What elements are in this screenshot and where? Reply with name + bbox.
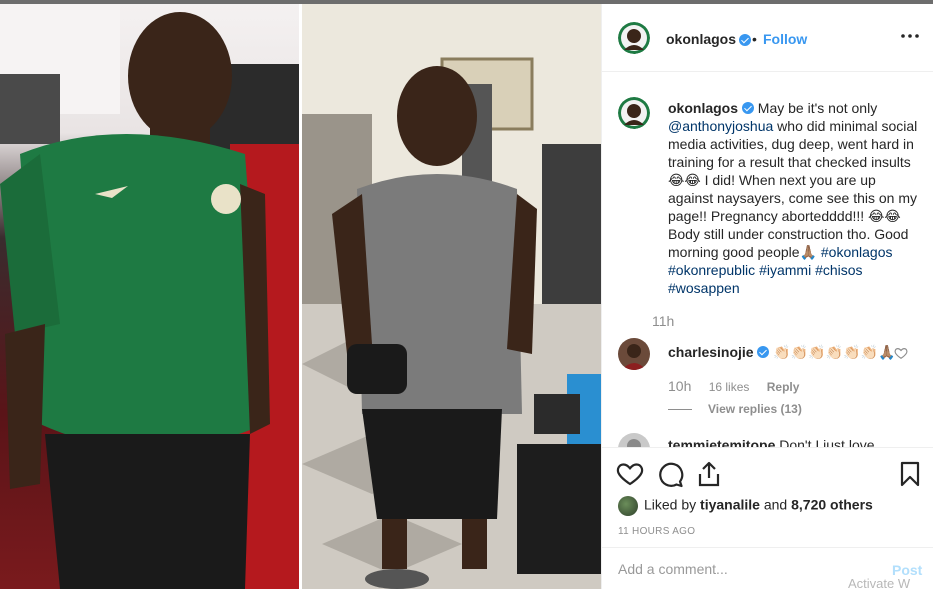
replies-divider [668, 409, 692, 411]
comment-body: 👏🏻👏🏻👏🏻👏🏻👏🏻👏🏻🙏🏽 [773, 344, 896, 360]
follow-button[interactable]: Follow [763, 31, 807, 47]
more-horizontal-icon[interactable] [900, 26, 920, 46]
comment-username[interactable]: temmietemitope [668, 437, 775, 447]
separator-dot: • [752, 31, 757, 47]
post-media[interactable] [0, 4, 601, 589]
caption-timestamp: 11h [652, 313, 675, 329]
caption-link[interactable]: #okonrepublic [668, 262, 755, 278]
likes-count[interactable]: 8,720 others [791, 497, 873, 513]
caption-segment: who did minimal social media activities,… [668, 118, 918, 260]
comment-text: temmietemitope Don't I just love [668, 437, 875, 447]
likes-prefix: Liked by [644, 496, 701, 513]
comment-composer: Post Activate W [602, 547, 933, 589]
likes-summary: Liked by tiyanalile and 8,720 others [618, 496, 873, 516]
header-username[interactable]: okonlagos [666, 31, 736, 47]
verified-badge-icon [757, 346, 770, 358]
verified-badge-icon [741, 102, 754, 114]
photo-after-illustration [302, 4, 601, 589]
caption-link[interactable]: #okonlagos [821, 244, 893, 260]
avatar[interactable] [618, 22, 650, 54]
comment-timestamp: 10h [668, 378, 692, 394]
heart-icon[interactable] [616, 460, 644, 488]
comment-body: Don't I just love [779, 437, 875, 447]
caption-link[interactable]: @anthonyjoshua [668, 118, 773, 134]
view-replies-button[interactable]: View replies (13) [668, 402, 802, 416]
liker-username[interactable]: tiyanalile [700, 497, 760, 513]
avatar-image [618, 433, 650, 447]
comment-like-count[interactable]: 16 likes [709, 380, 750, 394]
photo-before-illustration [0, 4, 299, 589]
comment-avatar[interactable] [618, 338, 650, 370]
caption-link[interactable]: #wosappen [668, 280, 740, 296]
comment-meta: 10h 16 likes Reply [668, 378, 813, 394]
view-replies-label: View replies (13) [708, 402, 802, 416]
comment-avatar[interactable] [618, 433, 650, 447]
liker-avatar [618, 496, 638, 516]
post-actions: Liked by tiyanalile and 8,720 others 11 … [602, 447, 933, 547]
comment-bubble-icon[interactable] [656, 460, 684, 488]
reply-button[interactable]: Reply [767, 380, 800, 394]
avatar-image [618, 22, 650, 54]
comment-username[interactable]: charlesinojie [668, 344, 754, 360]
activate-windows-watermark: Activate W [848, 576, 911, 589]
caption-link[interactable]: #chisos [815, 262, 862, 278]
post-sidebar: okonlagos • Follow okonlagos May be it's… [601, 4, 933, 589]
likes-middle: and [759, 496, 792, 513]
comment-input[interactable] [618, 558, 878, 580]
post-date: 11 HOURS AGO [618, 526, 696, 537]
avatar-image [618, 338, 650, 370]
verified-badge-icon [739, 34, 751, 46]
post-header: okonlagos • Follow [602, 4, 933, 72]
comment-text: charlesinojie 👏🏻👏🏻👏🏻👏🏻👏🏻👏🏻🙏🏽 [668, 344, 895, 361]
comment-like-heart-icon[interactable] [894, 346, 908, 360]
caption-username[interactable]: okonlagos [668, 100, 738, 116]
bookmark-icon[interactable] [896, 460, 924, 488]
share-icon[interactable] [695, 460, 723, 488]
caption-avatar[interactable] [618, 97, 650, 129]
avatar-image [618, 97, 650, 129]
photo-before [0, 4, 299, 589]
caption-link[interactable]: #iyammi [759, 262, 811, 278]
comments-panel[interactable]: okonlagos May be it's not only @anthonyj… [602, 73, 933, 447]
caption-segment: May be it's not only [757, 100, 878, 116]
caption-text: okonlagos May be it's not only @anthonyj… [668, 99, 918, 297]
photo-after [302, 4, 601, 589]
